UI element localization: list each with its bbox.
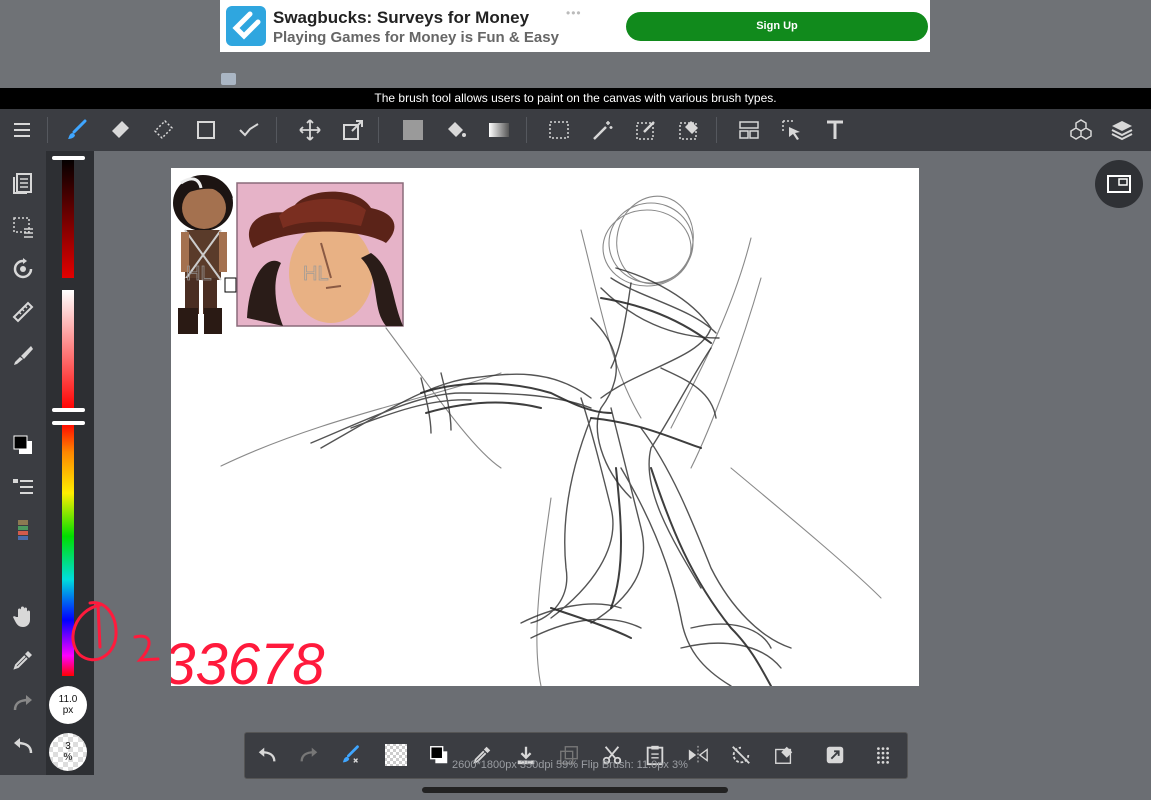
left-sidebar bbox=[0, 151, 46, 775]
3d-material-icon[interactable] bbox=[1064, 113, 1098, 147]
color-swap-icon[interactable] bbox=[5, 429, 41, 461]
redo-icon[interactable] bbox=[5, 687, 41, 719]
brush-size-unit: px bbox=[62, 705, 74, 716]
reference-chibi bbox=[173, 175, 237, 334]
ad-choice-icon[interactable] bbox=[221, 73, 236, 85]
transparency-icon[interactable] bbox=[380, 739, 412, 771]
menu-icon[interactable] bbox=[5, 113, 39, 147]
rotate-off-icon[interactable] bbox=[725, 739, 757, 771]
toolbar-divider bbox=[47, 117, 48, 143]
brush-icon[interactable] bbox=[60, 113, 94, 147]
opacity-unit: % bbox=[63, 752, 73, 763]
layout-icon[interactable] bbox=[732, 113, 766, 147]
move-icon[interactable] bbox=[293, 113, 327, 147]
line-icon[interactable] bbox=[232, 113, 266, 147]
layers-icon[interactable] bbox=[1105, 113, 1139, 147]
hand-icon[interactable] bbox=[5, 601, 41, 633]
swagbucks-logo-icon bbox=[226, 6, 266, 46]
canvas-annotation-text: 233678 bbox=[171, 632, 325, 686]
pages-icon[interactable] bbox=[5, 167, 41, 199]
eraser-icon[interactable] bbox=[103, 113, 137, 147]
toolbar-divider bbox=[526, 117, 527, 143]
svg-text:HL: HL bbox=[186, 263, 212, 285]
top-toolbar bbox=[0, 109, 1151, 151]
palette-icon[interactable] bbox=[5, 514, 41, 546]
sketch-artwork: HL HL 3678 bbox=[171, 175, 882, 686]
select-pen-icon[interactable] bbox=[629, 113, 663, 147]
share-icon[interactable] bbox=[819, 739, 851, 771]
color-icon[interactable] bbox=[423, 739, 455, 771]
select-layer-icon[interactable] bbox=[775, 113, 809, 147]
redo-icon[interactable] bbox=[293, 739, 325, 771]
more-grid-icon[interactable] bbox=[867, 739, 899, 771]
ad-subtitle: Playing Games for Money is Fun & Easy bbox=[273, 29, 559, 46]
brightness-slider[interactable] bbox=[62, 158, 74, 278]
selection-icon[interactable] bbox=[5, 210, 41, 242]
navigator-icon bbox=[1107, 175, 1131, 193]
ad-sign-up-button[interactable]: Sign Up bbox=[626, 12, 928, 41]
tool-tooltip: The brush tool allows users to paint on … bbox=[0, 88, 1151, 109]
brush-size-value: 11.0 bbox=[58, 694, 78, 705]
transform-icon[interactable] bbox=[336, 113, 370, 147]
undo-icon[interactable] bbox=[5, 730, 41, 762]
drawing-canvas[interactable]: HL HL 3678 bbox=[171, 168, 919, 686]
clear-layer-icon[interactable] bbox=[768, 739, 800, 771]
magic-wand-icon[interactable] bbox=[586, 113, 620, 147]
select-eraser-icon[interactable] bbox=[672, 113, 706, 147]
toolbar-divider bbox=[276, 117, 277, 143]
saturation-slider-handle[interactable] bbox=[52, 408, 85, 412]
canvas-status-text: 2600*1800px 350dpi 59% Flip Brush: 11.0p… bbox=[452, 759, 688, 771]
ad-title: Swagbucks: Surveys for Money bbox=[273, 8, 530, 27]
reference-cowboy bbox=[236, 182, 404, 327]
ad-more-icon[interactable]: ••• bbox=[566, 6, 582, 20]
rectangle-icon[interactable] bbox=[189, 113, 223, 147]
opacity-value: 3 bbox=[65, 741, 71, 752]
paint-icon[interactable] bbox=[5, 339, 41, 371]
bucket-icon[interactable] bbox=[439, 113, 473, 147]
ruler-icon[interactable] bbox=[5, 296, 41, 328]
eyedropper-icon[interactable] bbox=[5, 644, 41, 676]
opacity-button[interactable]: 3 % bbox=[49, 733, 87, 771]
brush-settings-icon[interactable] bbox=[336, 739, 368, 771]
blur-eraser-icon[interactable] bbox=[146, 113, 180, 147]
brightness-slider-handle[interactable] bbox=[52, 156, 85, 160]
select-rect-icon[interactable] bbox=[542, 113, 576, 147]
red-annotation-overlay bbox=[71, 601, 160, 662]
navigator-button[interactable] bbox=[1095, 160, 1143, 208]
toolbar-divider bbox=[716, 117, 717, 143]
toolbar-divider bbox=[378, 117, 379, 143]
home-indicator[interactable] bbox=[422, 787, 728, 793]
hue-slider-handle[interactable] bbox=[52, 421, 85, 425]
svg-text:HL: HL bbox=[303, 263, 329, 285]
undo-icon[interactable] bbox=[251, 739, 283, 771]
brush-list-icon[interactable] bbox=[5, 471, 41, 503]
saturation-slider[interactable] bbox=[62, 290, 74, 410]
bottom-toolbar bbox=[244, 732, 908, 779]
fill-color-icon[interactable] bbox=[396, 113, 430, 147]
gradient-icon[interactable] bbox=[482, 113, 516, 147]
rotate-icon[interactable] bbox=[5, 253, 41, 285]
text-icon[interactable] bbox=[818, 113, 852, 147]
